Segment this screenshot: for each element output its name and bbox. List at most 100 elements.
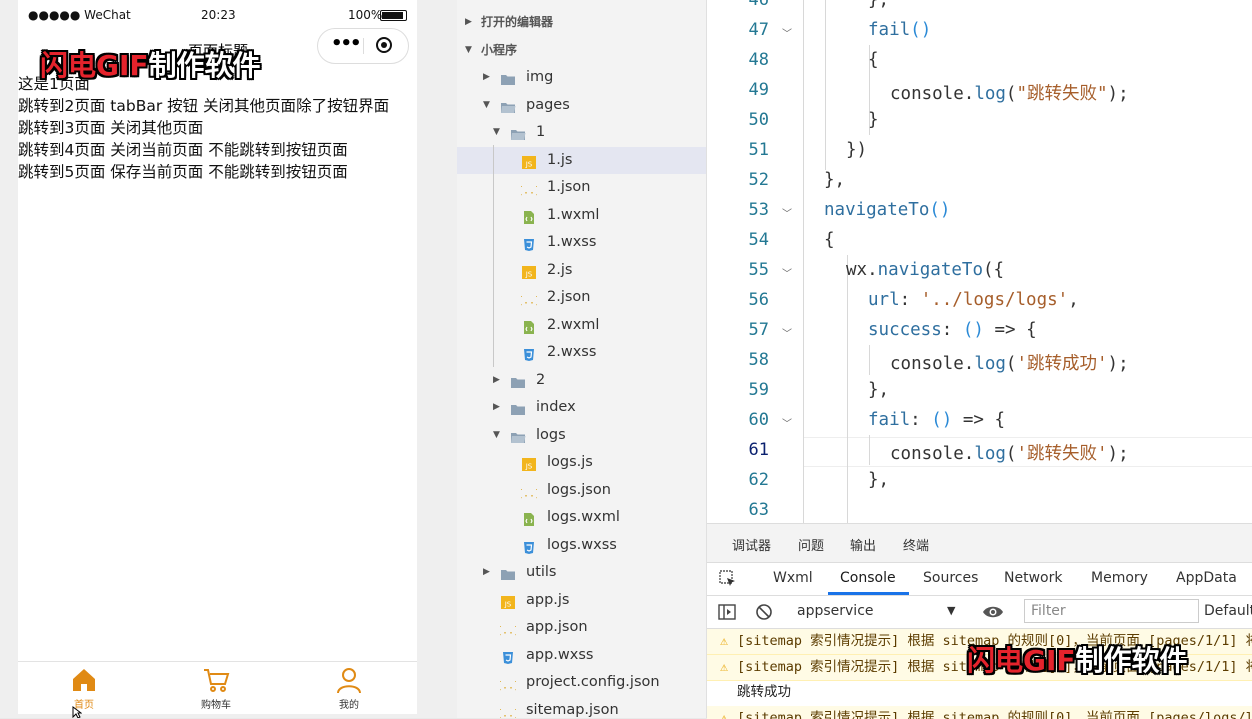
folder-icon	[510, 400, 526, 415]
collapsed-arrow-icon[interactable]: ▶	[483, 559, 490, 586]
inspect-element-icon[interactable]	[719, 570, 737, 588]
tree-folder[interactable]: ▼pages	[457, 92, 706, 119]
navigate-page5-link[interactable]: 跳转到5页面 保存当前页面 不能跳转到按钮页面	[18, 161, 417, 183]
tree-item-label: logs.json	[547, 477, 611, 504]
code-line: fail: () => {	[868, 410, 1005, 430]
code-line: },	[868, 0, 889, 10]
code-line: success: () => {	[868, 320, 1037, 340]
tree-file[interactable]: JS2.js	[457, 257, 706, 284]
eye-icon[interactable]	[982, 604, 1004, 620]
expanded-arrow-icon[interactable]: ▼	[483, 92, 490, 119]
tab-console[interactable]: Console	[840, 570, 896, 586]
line-number: 49	[727, 80, 769, 100]
tree-file[interactable]: 2.wxss	[457, 339, 706, 366]
navigate-page2-link[interactable]: 跳转到2页面 tabBar 按钮 关闭其他页面除了按钮界面	[18, 95, 417, 117]
tab-home[interactable]: 首页	[34, 666, 134, 711]
tree-file[interactable]: logs.wxss	[457, 532, 706, 559]
navigate-page3-link[interactable]: 跳转到3页面 关闭其他页面	[18, 117, 417, 139]
svg-text:{..}: {..}	[521, 186, 537, 197]
fold-chevron-icon[interactable]: ﹀	[782, 415, 792, 430]
navigate-page4-link[interactable]: 跳转到4页面 关闭当前页面 不能跳转到按钮页面	[18, 139, 417, 161]
open-editors-section[interactable]: ▶ 打开的编辑器	[457, 9, 706, 35]
line-number: 55	[727, 260, 769, 280]
context-select[interactable]: appservice	[797, 603, 874, 619]
svg-text:JS: JS	[525, 160, 533, 168]
phone-screen: ●●●●● WeChat 20:23 100% 页面标题 ••• 这是1页面 跳…	[18, 0, 417, 714]
watermark: 闪电GIF制作软件	[40, 44, 261, 84]
tab-mine[interactable]: 我的	[299, 666, 399, 711]
code-line: {	[824, 230, 835, 250]
mini-program-capsule[interactable]: •••	[317, 28, 409, 64]
tree-folder[interactable]: ▼logs	[457, 422, 706, 449]
tab-output[interactable]: 输出	[850, 535, 876, 554]
tree-file[interactable]: 2.wxml	[457, 312, 706, 339]
tab-cart[interactable]: 购物车	[166, 666, 266, 711]
tree-item-label: 1.js	[547, 147, 572, 174]
tree-item-label: sitemap.json	[526, 697, 619, 719]
tree-file[interactable]: app.wxss	[457, 642, 706, 669]
log-levels-select[interactable]: Default levels	[1204, 603, 1252, 619]
tab-problems[interactable]: 问题	[798, 535, 824, 554]
js-file-icon: JS	[521, 455, 537, 470]
indent-guide	[803, 0, 804, 523]
folder-icon	[500, 70, 516, 85]
tab-sources[interactable]: Sources	[923, 570, 978, 586]
tree-file[interactable]: JS 1.js	[457, 147, 706, 174]
collapsed-arrow-icon[interactable]: ▶	[493, 394, 500, 421]
js-file-icon: JS	[521, 263, 537, 278]
indent-guide	[847, 255, 848, 523]
clear-console-icon[interactable]	[755, 603, 773, 621]
dropdown-arrow-icon[interactable]: ▼	[947, 604, 955, 617]
tree-file[interactable]: {..}logs.json	[457, 477, 706, 504]
code-editor[interactable]: 46},47﹀fail()48{49console.log("跳转失败");50…	[707, 0, 1252, 523]
json-file-icon: {..}	[500, 675, 516, 690]
tree-file[interactable]: 1.wxss	[457, 229, 706, 256]
tab-appdata[interactable]: AppData	[1176, 570, 1237, 586]
collapsed-arrow-icon[interactable]: ▶	[483, 64, 490, 91]
tree-file[interactable]: {..}1.json	[457, 174, 706, 201]
json-file-icon: {..}	[500, 620, 516, 635]
tab-network[interactable]: Network	[1004, 570, 1062, 586]
tab-debugger[interactable]: 调试器	[732, 535, 771, 554]
code-line: wx.navigateTo({	[846, 260, 1004, 280]
tree-folder[interactable]: ▶img	[457, 64, 706, 91]
fold-chevron-icon[interactable]: ﹀	[782, 325, 792, 340]
collapsed-arrow-icon[interactable]: ▶	[493, 367, 500, 394]
tree-file[interactable]: logs.wxml	[457, 504, 706, 531]
expanded-arrow-icon[interactable]: ▼	[493, 119, 500, 146]
expanded-arrow-icon[interactable]: ▼	[493, 422, 500, 449]
tree-folder[interactable]: ▼1	[457, 119, 706, 146]
tree-item-label: 1.wxml	[547, 202, 599, 229]
tree-item-label: 1.wxss	[547, 229, 596, 256]
folder-icon	[510, 125, 526, 140]
close-mini-program-icon[interactable]	[376, 37, 392, 53]
console-message: .跳转成功	[707, 680, 1252, 705]
tab-memory[interactable]: Memory	[1091, 570, 1148, 586]
fold-chevron-icon[interactable]: ﹀	[782, 205, 792, 220]
tree-item-label: 2.wxss	[547, 339, 596, 366]
tree-file[interactable]: {..}sitemap.json	[457, 697, 706, 719]
tab-wxml[interactable]: Wxml	[773, 570, 813, 586]
tree-file[interactable]: JSlogs.js	[457, 449, 706, 476]
code-line: console.log('跳转失败');	[890, 440, 1129, 465]
tree-file[interactable]: JSapp.js	[457, 587, 706, 614]
filter-input[interactable]	[1024, 599, 1199, 623]
tree-file[interactable]: 1.wxml	[457, 202, 706, 229]
collapsed-arrow-icon: ▶	[465, 9, 472, 36]
tree-folder[interactable]: ▶2	[457, 367, 706, 394]
fold-chevron-icon[interactable]: ﹀	[782, 265, 792, 280]
tree-folder[interactable]: ▶utils	[457, 559, 706, 586]
tab-cart-label: 购物车	[201, 700, 231, 711]
project-section[interactable]: ▼ 小程序	[457, 37, 706, 63]
tree-file[interactable]: {..}app.json	[457, 614, 706, 641]
tree-file[interactable]: {..}project.config.json	[457, 669, 706, 696]
fold-chevron-icon[interactable]: ﹀	[782, 25, 792, 40]
tree-folder[interactable]: ▶index	[457, 394, 706, 421]
tree-file[interactable]: {..}2.json	[457, 284, 706, 311]
toggle-sidebar-icon[interactable]	[718, 603, 736, 621]
more-icon[interactable]: •••	[331, 36, 360, 52]
status-bar: ●●●●● WeChat 20:23 100%	[18, 0, 417, 30]
wxml-file-icon	[521, 318, 537, 333]
line-number: 57	[727, 320, 769, 340]
tab-terminal[interactable]: 终端	[903, 535, 929, 554]
